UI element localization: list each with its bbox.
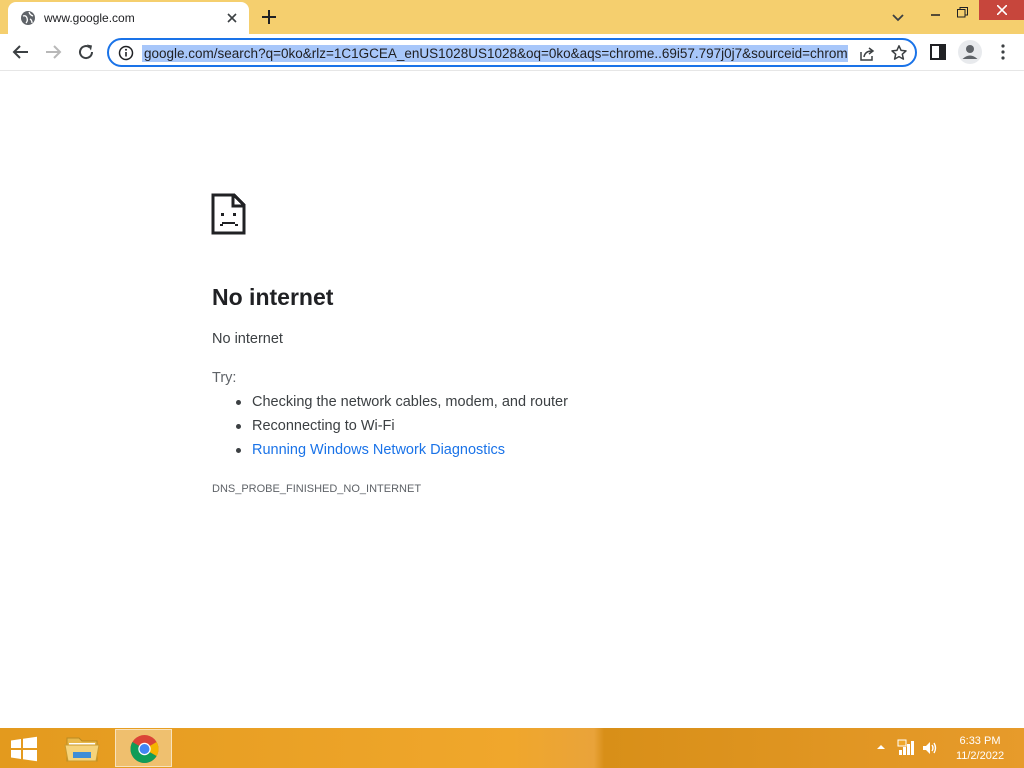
restore-icon xyxy=(956,6,968,17)
bookmark-star-icon[interactable] xyxy=(890,44,908,62)
system-clock[interactable]: 6:33 PM 11/2/2022 xyxy=(945,734,1015,764)
chrome-taskbar-button[interactable] xyxy=(115,729,172,767)
try-label: Try: xyxy=(212,370,237,386)
share-icon[interactable] xyxy=(858,45,876,63)
tab-search-icon[interactable] xyxy=(890,9,906,25)
browser-tab[interactable]: www.google.com xyxy=(8,2,249,34)
network-diagnostics-link[interactable]: Running Windows Network Diagnostics xyxy=(236,441,568,465)
profile-button[interactable] xyxy=(958,40,982,64)
chrome-icon xyxy=(130,735,159,763)
tray-arrow-icon[interactable] xyxy=(875,742,887,752)
network-icon[interactable] xyxy=(897,739,915,757)
site-info-icon[interactable] xyxy=(118,45,134,61)
browser-toolbar: google.com/search?q=0ko&rlz=1C1GCEA_enUS… xyxy=(0,34,1024,71)
error-page: No internet No internet Try: Checking th… xyxy=(0,72,1024,728)
globe-icon xyxy=(21,11,35,25)
suggestion-item: Reconnecting to Wi-Fi xyxy=(236,417,568,441)
close-window-button[interactable] xyxy=(979,0,1024,20)
minimize-icon xyxy=(931,14,940,16)
tab-title: www.google.com xyxy=(44,11,135,25)
close-icon xyxy=(996,5,1007,15)
tab-close-icon[interactable] xyxy=(224,10,240,26)
back-icon[interactable] xyxy=(11,42,31,62)
tab-strip: www.google.com xyxy=(0,0,1024,34)
reload-icon[interactable] xyxy=(76,42,96,62)
error-subtext: No internet xyxy=(212,331,283,347)
side-panel-icon[interactable] xyxy=(928,42,948,62)
restore-button[interactable] xyxy=(944,0,980,24)
suggestion-list: Checking the network cables, modem, and … xyxy=(236,393,568,465)
volume-icon[interactable] xyxy=(921,739,939,757)
address-bar[interactable]: google.com/search?q=0ko&rlz=1C1GCEA_enUS… xyxy=(107,38,917,67)
page-title: No internet xyxy=(212,284,334,310)
profile-icon xyxy=(962,45,978,59)
windows-start-icon[interactable] xyxy=(8,736,40,762)
url-text[interactable]: google.com/search?q=0ko&rlz=1C1GCEA_enUS… xyxy=(142,45,848,62)
file-explorer-icon[interactable] xyxy=(59,730,105,766)
error-code: DNS_PROBE_FINISHED_NO_INTERNET xyxy=(212,483,422,495)
clock-date: 11/2/2022 xyxy=(955,750,1005,762)
menu-icon[interactable] xyxy=(993,42,1013,62)
new-tab-icon[interactable] xyxy=(260,8,278,26)
suggestion-item: Checking the network cables, modem, and … xyxy=(236,393,568,417)
sad-file-icon xyxy=(211,193,246,235)
forward-icon[interactable] xyxy=(43,42,63,62)
taskbar: 6:33 PM 11/2/2022 xyxy=(0,728,1024,768)
clock-time: 6:33 PM xyxy=(959,735,1001,747)
